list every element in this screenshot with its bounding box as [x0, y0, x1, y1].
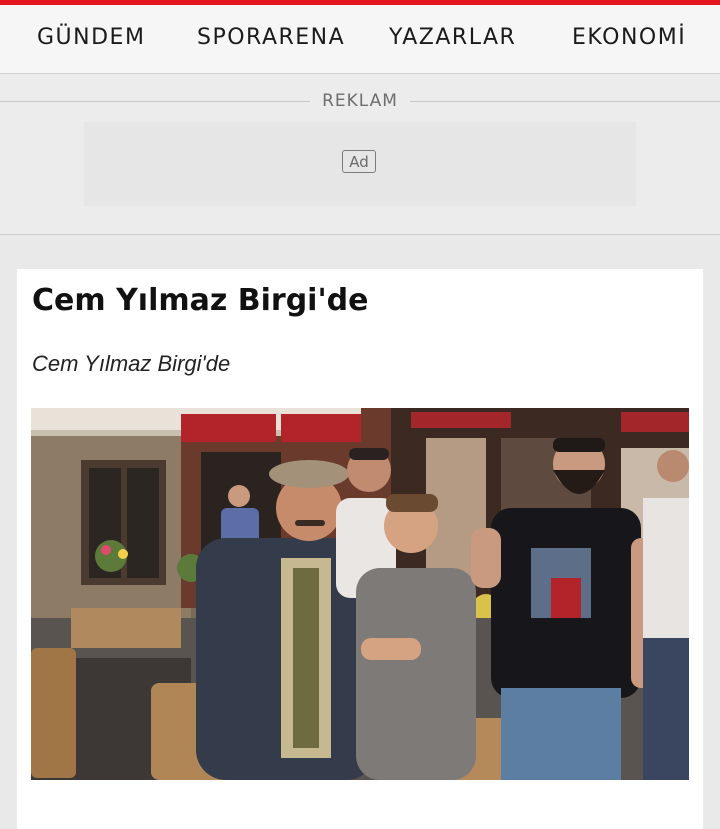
- nav-item-sporarena[interactable]: SPORARENA: [197, 25, 345, 50]
- ad-label: REKLAM: [322, 91, 398, 111]
- article-photo[interactable]: [31, 408, 689, 780]
- nav-item-ekonomi[interactable]: EKONOMİ: [572, 25, 686, 50]
- ad-divider-left: [0, 101, 310, 102]
- ad-section: REKLAM Ad: [0, 74, 720, 235]
- main-nav: GÜNDEM SPORARENA YAZARLAR EKONOMİ: [0, 5, 720, 74]
- article-subtitle: Cem Yılmaz Birgi'de: [32, 351, 231, 376]
- nav-item-yazarlar[interactable]: YAZARLAR: [389, 25, 516, 50]
- nav-item-gundem[interactable]: GÜNDEM: [37, 25, 145, 50]
- ad-slot[interactable]: Ad: [84, 122, 636, 206]
- article-card: Cem Yılmaz Birgi'de Cem Yılmaz Birgi'de: [17, 269, 703, 829]
- ad-badge[interactable]: Ad: [342, 150, 376, 173]
- article-title: Cem Yılmaz Birgi'de: [32, 283, 369, 318]
- article-photo-illustration: [31, 408, 689, 780]
- ad-divider-right: [410, 101, 720, 102]
